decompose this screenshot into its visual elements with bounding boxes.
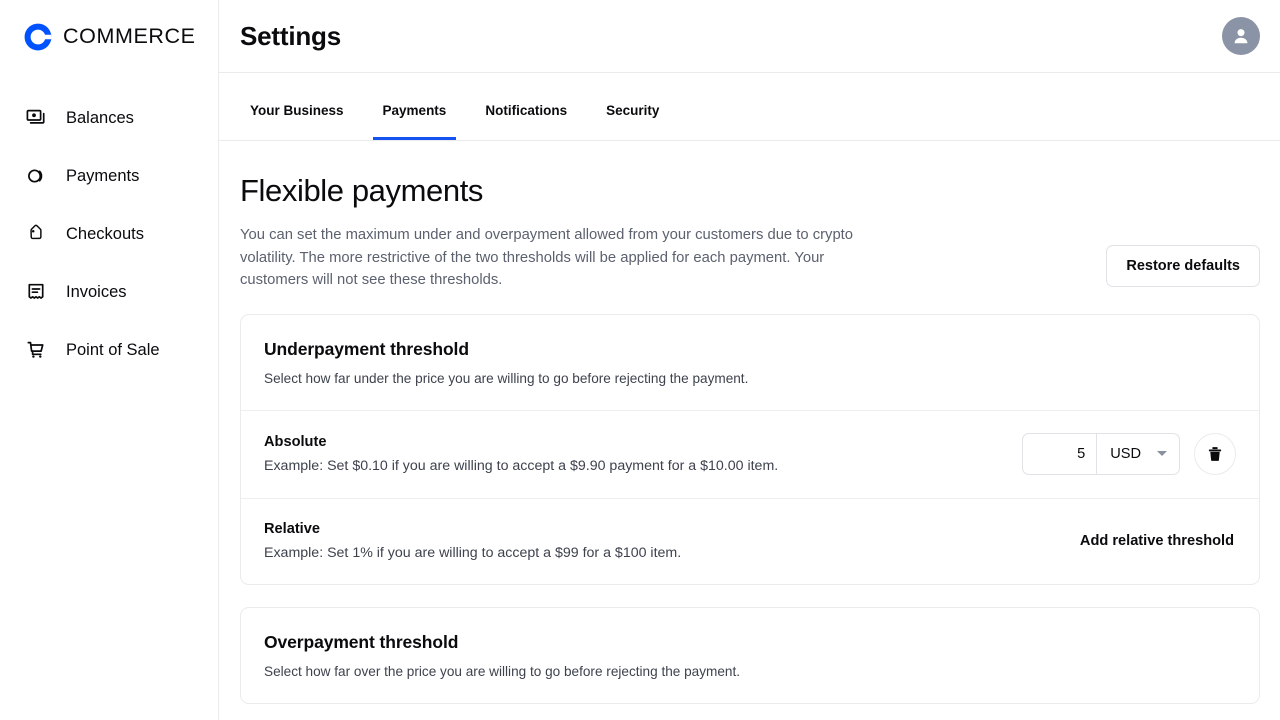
underpayment-card-header: Underpayment threshold Select how far un… [241,315,1259,410]
sidebar-item-label: Payments [66,166,140,185]
underpayment-relative-row: Relative Example: Set 1% if you are will… [241,497,1259,584]
settings-tabs: Your Business Payments Notifications Sec… [219,73,1280,141]
underpayment-card-title: Underpayment threshold [264,338,469,359]
chevron-down-icon [1157,451,1167,456]
tab-label: Payments [382,103,447,118]
trash-icon [1208,446,1222,461]
flexible-payments-intro: Flexible payments You can set the maximu… [240,141,1260,292]
overpayment-card-title: Overpayment threshold [264,631,459,652]
underpayment-card-subtitle: Select how far under the price you are w… [264,370,749,386]
absolute-delete-button[interactable] [1194,432,1236,475]
invoices-receipt-icon [25,281,47,303]
currency-label: USD [1110,445,1141,462]
underpayment-threshold-card: Underpayment threshold Select how far un… [240,313,1260,585]
main-area: Settings Your Business Payments Notifica… [219,0,1280,720]
absolute-currency-select[interactable]: USD [1096,433,1179,474]
settings-content: Flexible payments You can set the maximu… [219,141,1280,720]
absolute-amount-input[interactable] [1023,433,1097,474]
checkouts-tag-icon [25,223,47,245]
section-description: You can set the maximum under and overpa… [240,227,854,288]
relative-example: Example: Set 1% if you are willing to ac… [264,544,682,561]
section-title: Flexible payments [240,173,484,208]
sidebar-item-point-of-sale[interactable]: Point of Sale [0,321,218,379]
tab-label: Security [606,103,660,118]
absolute-example: Example: Set $0.10 if you are willing to… [264,457,779,474]
tab-security[interactable]: Security [596,103,669,140]
relative-title: Relative [264,520,320,537]
app-root: COMMERCE Balances Payments Checkouts Inv… [0,0,1280,720]
intro-text-block: Flexible payments You can set the maximu… [240,173,895,292]
point-of-sale-cart-icon [25,339,47,361]
absolute-text-block: Absolute Example: Set $0.10 if you are w… [264,434,1006,474]
absolute-amount-group: USD [1022,432,1180,475]
sidebar-item-label: Invoices [66,282,127,301]
sidebar-item-label: Checkouts [66,224,144,243]
page-title: Settings [240,20,341,51]
tab-label: Your Business [250,103,344,118]
top-bar: Settings [219,0,1280,73]
user-avatar-icon [1234,29,1248,44]
brand-logo-link[interactable]: COMMERCE [0,0,218,73]
balances-icon [25,107,47,129]
sidebar-item-label: Point of Sale [66,340,160,359]
sidebar-item-invoices[interactable]: Invoices [0,263,218,321]
overpayment-card-subtitle: Select how far over the price you are wi… [264,663,741,679]
sidebar-nav: Balances Payments Checkouts Invoices Poi… [0,73,218,379]
absolute-title: Absolute [264,433,327,450]
overpayment-card-header: Overpayment threshold Select how far ove… [241,608,1259,703]
sidebar-item-payments[interactable]: Payments [0,147,218,205]
brand-name: COMMERCE [63,24,196,48]
restore-defaults-button[interactable]: Restore defaults [1106,245,1260,287]
avatar[interactable] [1222,17,1260,55]
absolute-controls: USD [1022,432,1236,475]
add-relative-threshold-button[interactable]: Add relative threshold [1080,533,1236,549]
tab-label: Notifications [485,103,568,118]
sidebar-item-label: Balances [66,108,134,127]
overpayment-threshold-card: Overpayment threshold Select how far ove… [240,606,1260,704]
relative-text-block: Relative Example: Set 1% if you are will… [264,521,1064,561]
commerce-logo-icon [24,23,52,50]
sidebar-item-checkouts[interactable]: Checkouts [0,205,218,263]
sidebar-item-balances[interactable]: Balances [0,89,218,147]
tab-your-business[interactable]: Your Business [240,103,354,140]
tab-notifications[interactable]: Notifications [475,103,577,140]
underpayment-absolute-row: Absolute Example: Set $0.10 if you are w… [241,409,1259,498]
tab-payments[interactable]: Payments [372,103,457,140]
sidebar: COMMERCE Balances Payments Checkouts Inv… [0,0,219,720]
payments-icon [25,165,47,187]
